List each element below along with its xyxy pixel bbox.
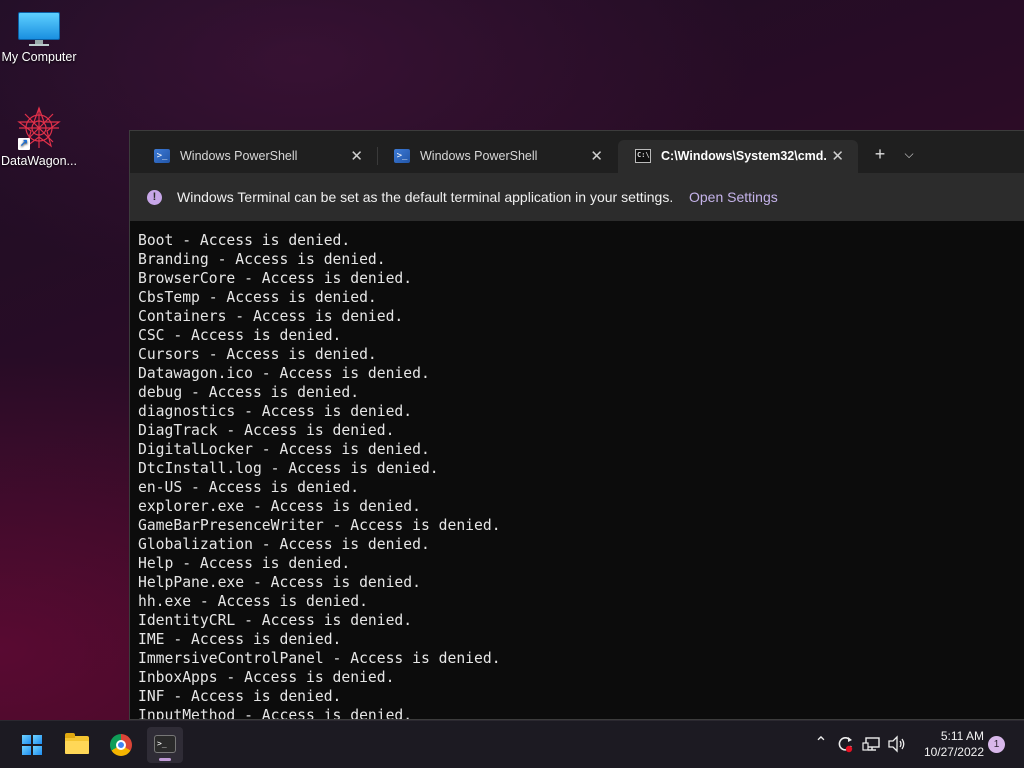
close-icon[interactable]: ✕ xyxy=(831,147,844,165)
tab-label: Windows PowerShell xyxy=(180,149,298,163)
chevron-down-icon[interactable]: ⌵ xyxy=(900,143,918,165)
console-line: Containers - Access is denied. xyxy=(138,308,404,325)
notification-badge[interactable]: 1 xyxy=(988,736,1005,753)
console-line: diagnostics - Access is denied. xyxy=(138,403,413,420)
show-hidden-icons-button[interactable]: ⌃ xyxy=(810,721,832,767)
cmd-icon: C:\ xyxy=(635,149,651,163)
console-line: InputMethod - Access is denied. xyxy=(138,707,413,719)
new-tab-button[interactable]: + xyxy=(870,143,890,165)
file-explorer-button[interactable] xyxy=(59,727,95,763)
console-line: HelpPane.exe - Access is denied. xyxy=(138,574,421,591)
console-line: GameBarPresenceWriter - Access is denied… xyxy=(138,517,501,534)
close-icon[interactable]: ✕ xyxy=(350,147,363,165)
console-line: Cursors - Access is denied. xyxy=(138,346,377,363)
console-line: Boot - Access is denied. xyxy=(138,232,351,249)
info-icon: ! xyxy=(147,190,162,205)
datawagon-icon: ↗ xyxy=(16,106,62,150)
powershell-icon: >_ xyxy=(154,149,170,163)
console-line: en-US - Access is denied. xyxy=(138,479,360,496)
tab-cmd[interactable]: C:\ C:\Windows\System32\cmd.e ✕ xyxy=(618,140,858,173)
shortcut-arrow-icon: ↗ xyxy=(18,138,30,150)
console-output[interactable]: Boot - Access is denied. Branding - Acces… xyxy=(138,231,1024,719)
desktop-icon-my-computer[interactable]: My Computer xyxy=(0,12,78,64)
clock[interactable]: 5:11 AM 10/27/2022 xyxy=(912,728,984,760)
terminal-button[interactable]: >_ xyxy=(147,727,183,763)
console-line: Help - Access is denied. xyxy=(138,555,351,572)
info-message: Windows Terminal can be set as the defau… xyxy=(177,189,674,205)
windows-logo-icon xyxy=(22,735,42,755)
desktop-icon-datawagon[interactable]: ↗ DataWagon... xyxy=(0,106,78,168)
console-line: Datawagon.ico - Access is denied. xyxy=(138,365,430,382)
terminal-icon: >_ xyxy=(154,735,176,753)
console-line: CSC - Access is denied. xyxy=(138,327,342,344)
close-icon[interactable]: ✕ xyxy=(590,147,603,165)
console-line: explorer.exe - Access is denied. xyxy=(138,498,421,515)
folder-icon xyxy=(65,733,89,754)
monitor-icon xyxy=(18,12,60,46)
powershell-icon: >_ xyxy=(394,149,410,163)
desktop-icon-label: DataWagon... xyxy=(1,154,77,168)
clock-time: 5:11 AM xyxy=(940,729,984,743)
desktop-icon-label: My Computer xyxy=(1,50,77,64)
start-button[interactable] xyxy=(14,727,50,763)
volume-icon[interactable] xyxy=(886,721,908,767)
console-line: DiagTrack - Access is denied. xyxy=(138,422,395,439)
console-line: ImmersiveControlPanel - Access is denied… xyxy=(138,650,501,667)
console-line: INF - Access is denied. xyxy=(138,688,342,705)
taskbar: >_ ⌃ 5:11 AM 10/27/2022 1 xyxy=(0,720,1024,768)
console-line: CbsTemp - Access is denied. xyxy=(138,289,377,306)
clock-date: 10/27/2022 xyxy=(923,745,984,759)
console-line: InboxApps - Access is denied. xyxy=(138,669,395,686)
open-settings-link[interactable]: Open Settings xyxy=(689,189,778,205)
console-line: DtcInstall.log - Access is denied. xyxy=(138,460,439,477)
tab-powershell-1[interactable]: >_ Windows PowerShell ✕ xyxy=(137,140,378,173)
tab-label: C:\Windows\System32\cmd.e xyxy=(661,149,826,163)
tab-bar: >_ Windows PowerShell ✕ >_ Windows Power… xyxy=(130,131,1024,173)
terminal-window: >_ Windows PowerShell ✕ >_ Windows Power… xyxy=(129,130,1024,720)
console-line: DigitalLocker - Access is denied. xyxy=(138,441,430,458)
chrome-icon xyxy=(110,734,132,756)
console-line: debug - Access is denied. xyxy=(138,384,360,401)
console-line: hh.exe - Access is denied. xyxy=(138,593,368,610)
console-line: BrowserCore - Access is denied. xyxy=(138,270,413,287)
active-indicator xyxy=(159,758,171,761)
console-line: IME - Access is denied. xyxy=(138,631,342,648)
console-line: Globalization - Access is denied. xyxy=(138,536,430,553)
sync-icon[interactable] xyxy=(834,721,856,767)
console-line: IdentityCRL - Access is denied. xyxy=(138,612,413,629)
info-bar: ! Windows Terminal can be set as the def… xyxy=(130,173,1024,221)
tab-powershell-2[interactable]: >_ Windows PowerShell ✕ xyxy=(377,140,617,173)
chrome-button[interactable] xyxy=(103,727,139,763)
console-line: Branding - Access is denied. xyxy=(138,251,386,268)
network-icon[interactable] xyxy=(860,721,884,767)
tab-label: Windows PowerShell xyxy=(420,149,538,163)
